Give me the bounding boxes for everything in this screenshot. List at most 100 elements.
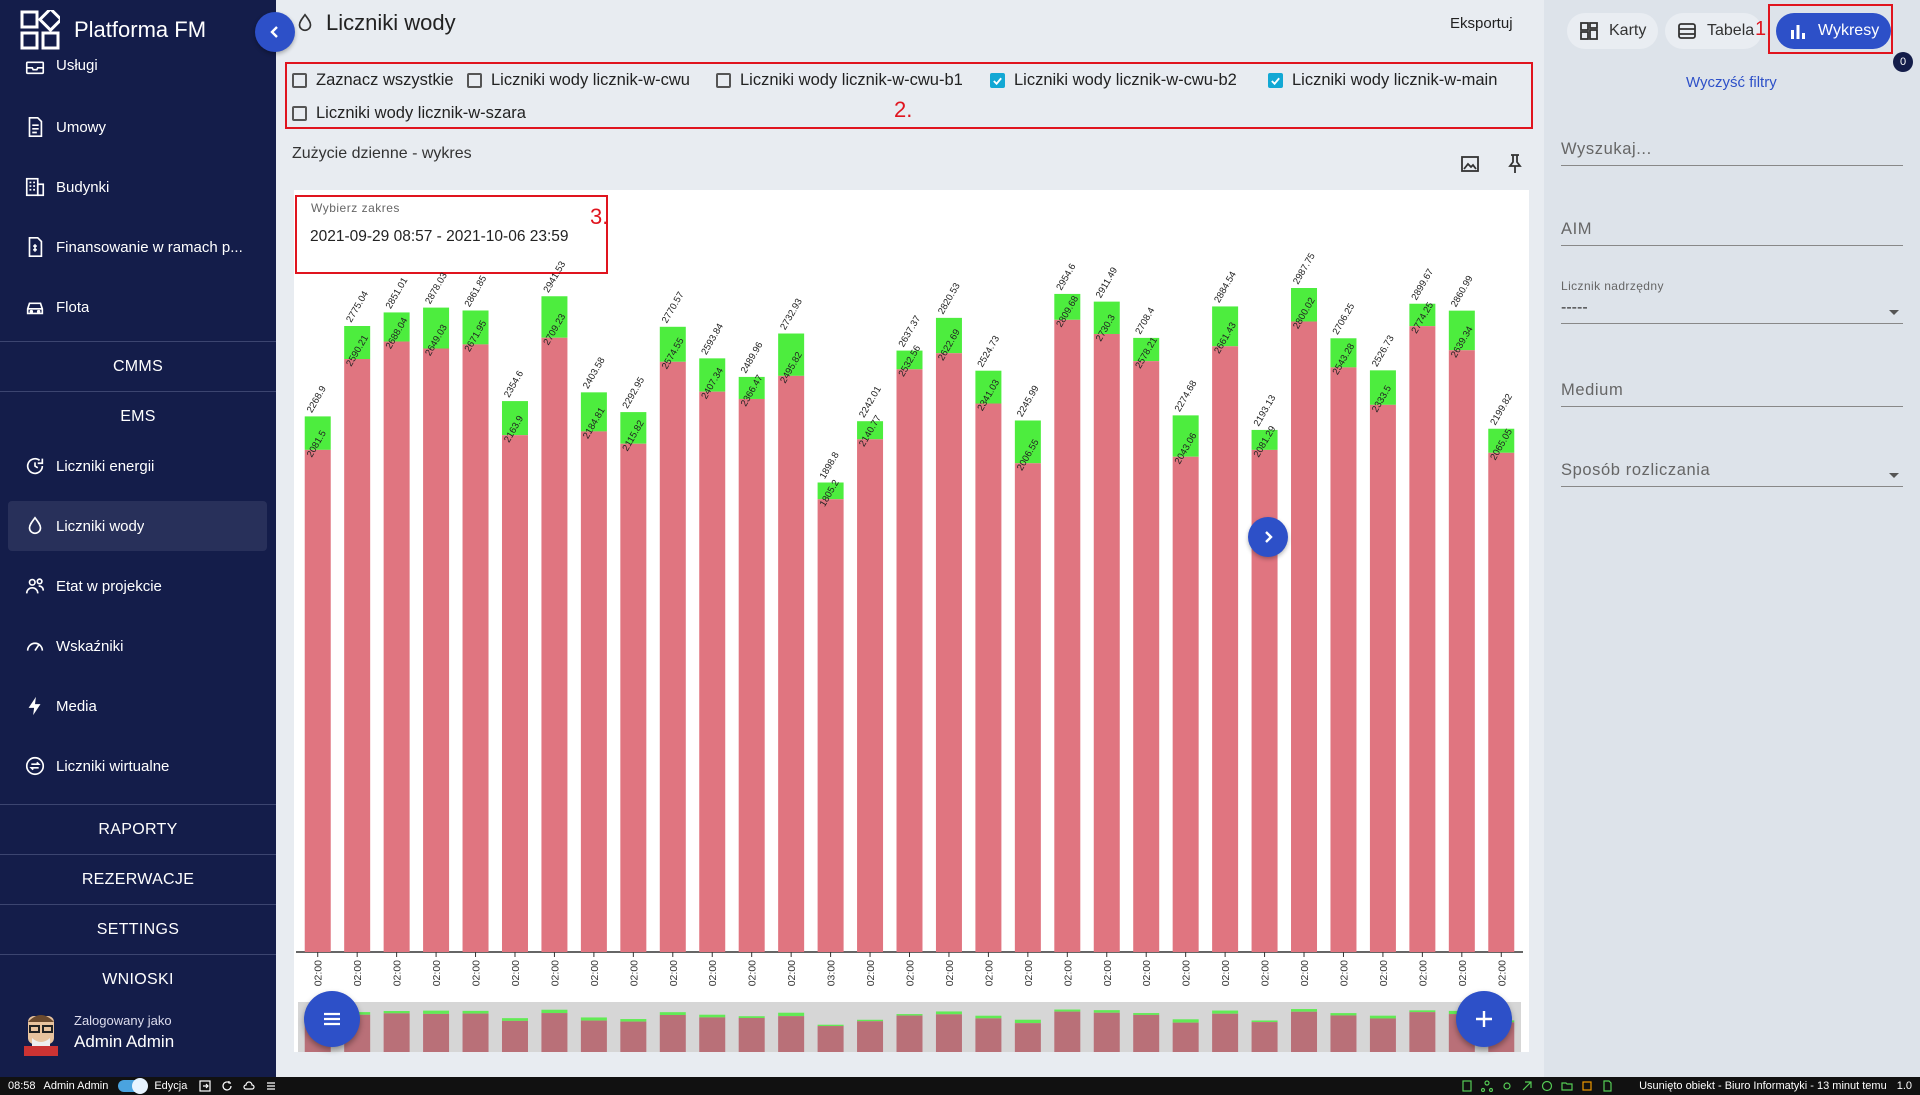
image-export-icon[interactable]	[1458, 152, 1482, 176]
filter-licznik-w-cwu-b1[interactable]: Liczniki wody licznik-w-cwu-b1	[716, 71, 963, 90]
chevron-left-icon	[270, 26, 278, 38]
x-tick-label: 02:00	[707, 960, 719, 986]
x-tick-label: 02:00	[352, 960, 364, 986]
sidebar-item-wskazniki[interactable]: Wskaźniki	[8, 621, 267, 671]
navigator-bar-top	[1172, 1019, 1199, 1023]
navigator-bar-top	[699, 1014, 726, 1018]
section-ems[interactable]: EMS	[0, 391, 276, 441]
sidebar-item-etat[interactable]: Etat w projekcie	[8, 561, 267, 611]
checkbox-square[interactable]	[716, 73, 731, 88]
checkbox-label: Liczniki wody licznik-w-cwu-b1	[740, 71, 963, 89]
virtual-meter-icon	[25, 756, 45, 776]
section-label: REZERWACJE	[81, 870, 195, 888]
edit-mode-toggle[interactable]	[118, 1078, 149, 1094]
filter-licznik-w-main[interactable]: Liczniki wody licznik-w-main	[1268, 71, 1497, 90]
clear-filters-link[interactable]: Wyczyść filtry	[1686, 74, 1777, 91]
app-title: Platforma FM	[74, 17, 207, 42]
x-tick-label: 02:00	[313, 960, 325, 986]
add-fab-button[interactable]	[1456, 991, 1512, 1047]
bar-total-label: 2911.49	[1094, 265, 1120, 300]
bar-base-segment	[1291, 321, 1318, 953]
expand-panel-button[interactable]	[1248, 517, 1288, 557]
bar-base-segment	[344, 359, 371, 952]
x-tick-label: 02:00	[668, 960, 680, 986]
navigator-bar-top	[935, 1011, 962, 1015]
export-button[interactable]: Eksportuj	[1450, 15, 1513, 32]
x-tick-label: 02:00	[1338, 960, 1350, 986]
collapse-sidebar-button[interactable]	[255, 12, 295, 52]
section-rezerwacje[interactable]: REZERWACJE	[0, 854, 276, 904]
navigator-bar-top	[975, 1015, 1002, 1019]
medium-field[interactable]: Medium	[1561, 381, 1903, 407]
bar-base-segment	[383, 341, 410, 952]
billing-method-select[interactable]: Sposób rozliczania	[1561, 461, 1903, 487]
dropdown-caret-icon	[1889, 310, 1899, 315]
checkbox-square[interactable]	[467, 73, 482, 88]
refresh-icon[interactable]	[221, 1080, 233, 1092]
list-icon[interactable]	[265, 1080, 277, 1092]
bar-total-label: 2274.68	[1173, 379, 1200, 414]
sidebar-item-label: Wskaźniki	[56, 637, 124, 655]
user-name: Admin Admin	[74, 1031, 175, 1051]
status-message: Usunięto obiekt - Biuro Informatyki - 13…	[1639, 1080, 1887, 1092]
bar-total-label: 2489.96	[739, 340, 766, 375]
menu-fab-button[interactable]	[304, 991, 360, 1047]
annotation-number-2: 2.	[894, 97, 913, 122]
sidebar-item-finansowanie[interactable]: Finansowanie w ramach p...	[8, 222, 267, 272]
sidebar-item-media[interactable]: Media	[8, 681, 267, 731]
sidebar-item-umowy[interactable]: Umowy	[8, 102, 267, 152]
x-tick-label: 02:00	[1417, 960, 1429, 986]
status-folder-icon[interactable]	[1561, 1080, 1573, 1092]
sidebar-item-liczniki-energii[interactable]: Liczniki energii	[8, 441, 267, 491]
checkbox-square[interactable]	[1268, 73, 1283, 88]
sidebar-item-liczniki-wirtualne[interactable]: Liczniki wirtualne	[8, 741, 267, 791]
view-karty-button[interactable]: Karty	[1567, 13, 1659, 49]
aim-field[interactable]: AIM	[1561, 220, 1903, 246]
pin-icon[interactable]	[1503, 152, 1527, 176]
bar-total-label: 2884.54	[1212, 270, 1239, 305]
bar-total-label: 2637.37	[897, 314, 924, 349]
bar-total-label: 2524.73	[975, 334, 1002, 369]
status-globe-icon[interactable]	[1541, 1080, 1553, 1092]
checkbox-square[interactable]	[292, 106, 307, 121]
sidebar-item-budynki[interactable]: Budynki	[8, 162, 267, 212]
checkbox-square[interactable]	[990, 73, 1005, 88]
bar-total-label: 2526.73	[1370, 334, 1397, 369]
section-settings[interactable]: SETTINGS	[0, 904, 276, 954]
view-tabela-button[interactable]: Tabela	[1665, 13, 1763, 49]
sidebar-item-uslugi[interactable]: Usługi	[8, 43, 267, 88]
sidebar-item-label: Budynki	[56, 178, 110, 196]
status-network-icon[interactable]	[1481, 1080, 1494, 1092]
section-cmms[interactable]: CMMS	[0, 341, 276, 391]
dropdown-caret-icon	[1889, 473, 1899, 478]
parent-meter-select[interactable]: Licznik nadrzędny -----	[1561, 279, 1903, 324]
sidebar-item-flota[interactable]: Flota	[8, 282, 267, 332]
view-tabela-label: Tabela	[1707, 22, 1755, 39]
bar-base-segment	[659, 361, 686, 952]
bar-total-label: 2292.95	[620, 375, 647, 410]
status-gear-icon[interactable]	[1501, 1080, 1513, 1092]
search-input[interactable]: Wyszukaj...	[1561, 140, 1903, 166]
select-all-checkbox[interactable]: Zaznacz wszystkie	[292, 71, 454, 90]
section-wnioski[interactable]: WNIOSKI	[0, 954, 276, 1004]
filter-licznik-w-szara[interactable]: Liczniki wody licznik-w-szara	[292, 104, 526, 123]
status-bar: 08:58 Admin Admin Edycja Usunięto obiekt…	[0, 1077, 1920, 1095]
bar-base-segment	[1133, 361, 1160, 952]
filter-licznik-w-cwu[interactable]: Liczniki wody licznik-w-cwu	[467, 71, 690, 90]
filter-licznik-w-cwu-b2[interactable]: Liczniki wody licznik-w-cwu-b2	[990, 71, 1237, 90]
bar-base-segment	[817, 499, 844, 952]
user-info[interactable]: Zalogowany jako Admin Admin	[20, 1008, 174, 1056]
exit-icon[interactable]	[199, 1080, 211, 1092]
status-save-icon[interactable]	[1581, 1080, 1593, 1092]
status-building-icon[interactable]	[1461, 1080, 1473, 1092]
sidebar-item-label: Usługi	[56, 57, 98, 74]
view-annotation-box	[1768, 4, 1893, 54]
status-doc-icon[interactable]	[1601, 1080, 1613, 1092]
sidebar-item-liczniki-wody[interactable]: Liczniki wody	[8, 501, 267, 551]
navigator-bar-base	[1014, 1023, 1041, 1052]
navigator-bar-top	[738, 1016, 765, 1018]
cloud-icon[interactable]	[243, 1080, 255, 1092]
checkbox-square[interactable]	[292, 73, 307, 88]
section-raporty[interactable]: RAPORTY	[0, 804, 276, 854]
status-link-icon[interactable]	[1521, 1080, 1533, 1092]
